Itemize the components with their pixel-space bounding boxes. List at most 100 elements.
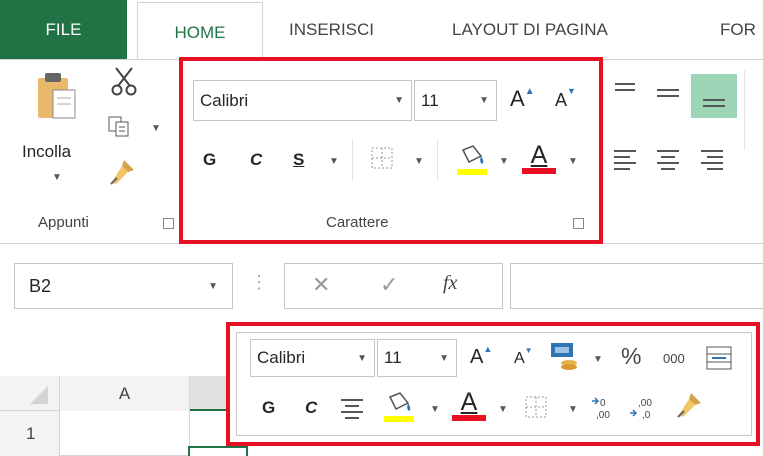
scissors-icon bbox=[111, 67, 137, 96]
chevron-down-icon[interactable]: ▼ bbox=[394, 95, 404, 106]
font-name-combo[interactable]: Calibri ▼ bbox=[193, 80, 412, 121]
decrease-decimal-icon: ,00 ,0 bbox=[630, 398, 652, 421]
tab-page-layout[interactable]: LAYOUT DI PAGINA bbox=[452, 0, 608, 59]
mini-percent-button[interactable]: % bbox=[621, 343, 641, 370]
borders-icon bbox=[525, 396, 547, 418]
name-box-value: B2 bbox=[29, 275, 52, 296]
font-group-label: Carattere bbox=[326, 214, 389, 231]
font-size-combo[interactable]: 11 ▼ bbox=[414, 80, 497, 121]
chevron-down-icon[interactable]: ▼ bbox=[479, 95, 489, 106]
align-right-button[interactable] bbox=[699, 148, 725, 170]
mini-fill-color-dropdown-caret[interactable]: ▼ bbox=[430, 404, 440, 415]
mini-format-painter-button[interactable] bbox=[675, 391, 703, 419]
cut-button[interactable] bbox=[110, 66, 138, 96]
mini-accounting-format-button[interactable] bbox=[549, 341, 583, 371]
align-top-icon bbox=[615, 83, 635, 91]
row-header-1[interactable]: 1 bbox=[0, 411, 60, 456]
paint-bucket-icon bbox=[457, 145, 487, 175]
align-bottom-button[interactable] bbox=[691, 74, 737, 118]
formula-bar-splitter-icon[interactable]: ⋮ bbox=[250, 272, 268, 293]
mini-thousands-button[interactable]: 000 bbox=[663, 351, 685, 366]
shrink-font-button[interactable]: A▼ bbox=[555, 86, 576, 111]
mini-font-color-dropdown-caret[interactable]: ▼ bbox=[498, 404, 508, 415]
align-center-icon bbox=[657, 150, 679, 170]
grow-font-button[interactable]: A▲ bbox=[510, 86, 535, 112]
mini-accounting-dropdown-caret[interactable]: ▼ bbox=[593, 354, 603, 365]
mini-grow-font-icon: A bbox=[470, 346, 484, 368]
increase-decimal-icon: 0 ,00 bbox=[592, 397, 610, 421]
cell-a1[interactable] bbox=[60, 411, 190, 456]
select-all-corner[interactable] bbox=[0, 376, 60, 411]
fill-color-dropdown-caret[interactable]: ▼ bbox=[499, 156, 509, 167]
fill-color-button[interactable] bbox=[455, 142, 489, 176]
mini-borders-dropdown-caret[interactable]: ▼ bbox=[568, 404, 578, 415]
svg-text:,0: ,0 bbox=[642, 410, 651, 421]
column-header-a[interactable]: A bbox=[60, 376, 190, 411]
paste-button[interactable] bbox=[36, 70, 78, 120]
paste-dropdown-caret[interactable]: ▼ bbox=[52, 172, 62, 183]
mini-center-align-button[interactable] bbox=[339, 397, 365, 419]
clipboard-launcher[interactable] bbox=[163, 218, 174, 229]
tab-insert[interactable]: INSERISCI bbox=[289, 0, 374, 59]
italic-button[interactable]: C bbox=[250, 150, 262, 170]
cancel-entry-icon[interactable]: ✕ bbox=[312, 272, 330, 298]
mini-bold-button[interactable]: G bbox=[262, 398, 275, 418]
chevron-down-icon[interactable]: ▼ bbox=[208, 281, 218, 292]
paste-icon bbox=[38, 73, 76, 119]
mini-shrink-font-button[interactable]: A▼ bbox=[514, 346, 533, 368]
font-size-value: 11 bbox=[421, 90, 439, 110]
font-color-dropdown-caret[interactable]: ▼ bbox=[568, 156, 578, 167]
chevron-down-icon[interactable]: ▼ bbox=[357, 353, 367, 364]
underline-dropdown-caret[interactable]: ▼ bbox=[329, 156, 339, 167]
copy-dropdown-caret[interactable]: ▼ bbox=[151, 123, 161, 134]
font-color-button[interactable]: A bbox=[522, 142, 556, 174]
font-name-value: Calibri bbox=[200, 90, 249, 110]
clipboard-group-label: Appunti bbox=[38, 214, 89, 231]
align-center-icon bbox=[341, 399, 363, 419]
tab-home[interactable]: HOME bbox=[137, 2, 263, 62]
align-middle-button[interactable] bbox=[655, 80, 681, 106]
insert-function-button[interactable]: fx bbox=[443, 272, 457, 295]
borders-dropdown-caret[interactable]: ▼ bbox=[414, 156, 424, 167]
align-center-button[interactable] bbox=[655, 148, 681, 170]
mini-italic-button[interactable]: C bbox=[305, 398, 317, 418]
mini-font-color-icon: A bbox=[460, 388, 478, 416]
svg-text:,00: ,00 bbox=[596, 410, 610, 421]
tab-formulas[interactable]: FOR bbox=[720, 0, 756, 59]
mini-fill-color-button[interactable] bbox=[382, 389, 416, 423]
mini-wrap-text-button[interactable] bbox=[705, 345, 733, 371]
column-header-b[interactable] bbox=[190, 376, 230, 411]
mini-borders-button[interactable] bbox=[524, 395, 548, 419]
borders-button[interactable] bbox=[370, 146, 394, 170]
format-painter-button[interactable] bbox=[108, 158, 136, 186]
tab-file[interactable]: FILE bbox=[0, 0, 127, 59]
paste-label[interactable]: Incolla bbox=[22, 142, 71, 162]
font-color-icon: A bbox=[530, 141, 548, 169]
copy-icon bbox=[108, 116, 129, 137]
mini-font-name-combo[interactable]: Calibri ▼ bbox=[250, 339, 375, 377]
bold-button[interactable]: G bbox=[203, 150, 216, 170]
align-top-button[interactable] bbox=[613, 80, 637, 102]
font-launcher[interactable] bbox=[573, 218, 584, 229]
mini-grow-font-button[interactable]: A▲ bbox=[470, 344, 492, 369]
align-bottom-icon bbox=[703, 99, 725, 107]
mini-shrink-font-icon: A bbox=[514, 350, 525, 367]
align-left-button[interactable] bbox=[612, 148, 638, 170]
name-box[interactable]: B2 ▼ bbox=[14, 263, 233, 309]
shrink-font-icon: A bbox=[555, 90, 568, 110]
align-right-icon bbox=[701, 150, 723, 170]
mini-font-color-button[interactable]: A bbox=[452, 389, 486, 421]
enter-check-icon[interactable]: ✓ bbox=[380, 272, 398, 298]
selected-cell-b2[interactable] bbox=[188, 446, 248, 456]
align-middle-icon bbox=[657, 89, 679, 97]
mini-font-name-value: Calibri bbox=[257, 348, 306, 367]
mini-increase-decimal-button[interactable]: 0 ,00 bbox=[590, 395, 620, 421]
underline-button[interactable]: S bbox=[293, 150, 304, 170]
chevron-down-icon[interactable]: ▼ bbox=[439, 353, 449, 364]
mini-font-size-combo[interactable]: 11 ▼ bbox=[377, 339, 457, 377]
formula-input[interactable] bbox=[510, 263, 763, 309]
group-separator bbox=[744, 70, 745, 150]
format-painter-icon bbox=[110, 160, 134, 185]
mini-decrease-decimal-button[interactable]: ,00 ,0 bbox=[628, 395, 658, 421]
copy-button[interactable] bbox=[108, 116, 132, 138]
